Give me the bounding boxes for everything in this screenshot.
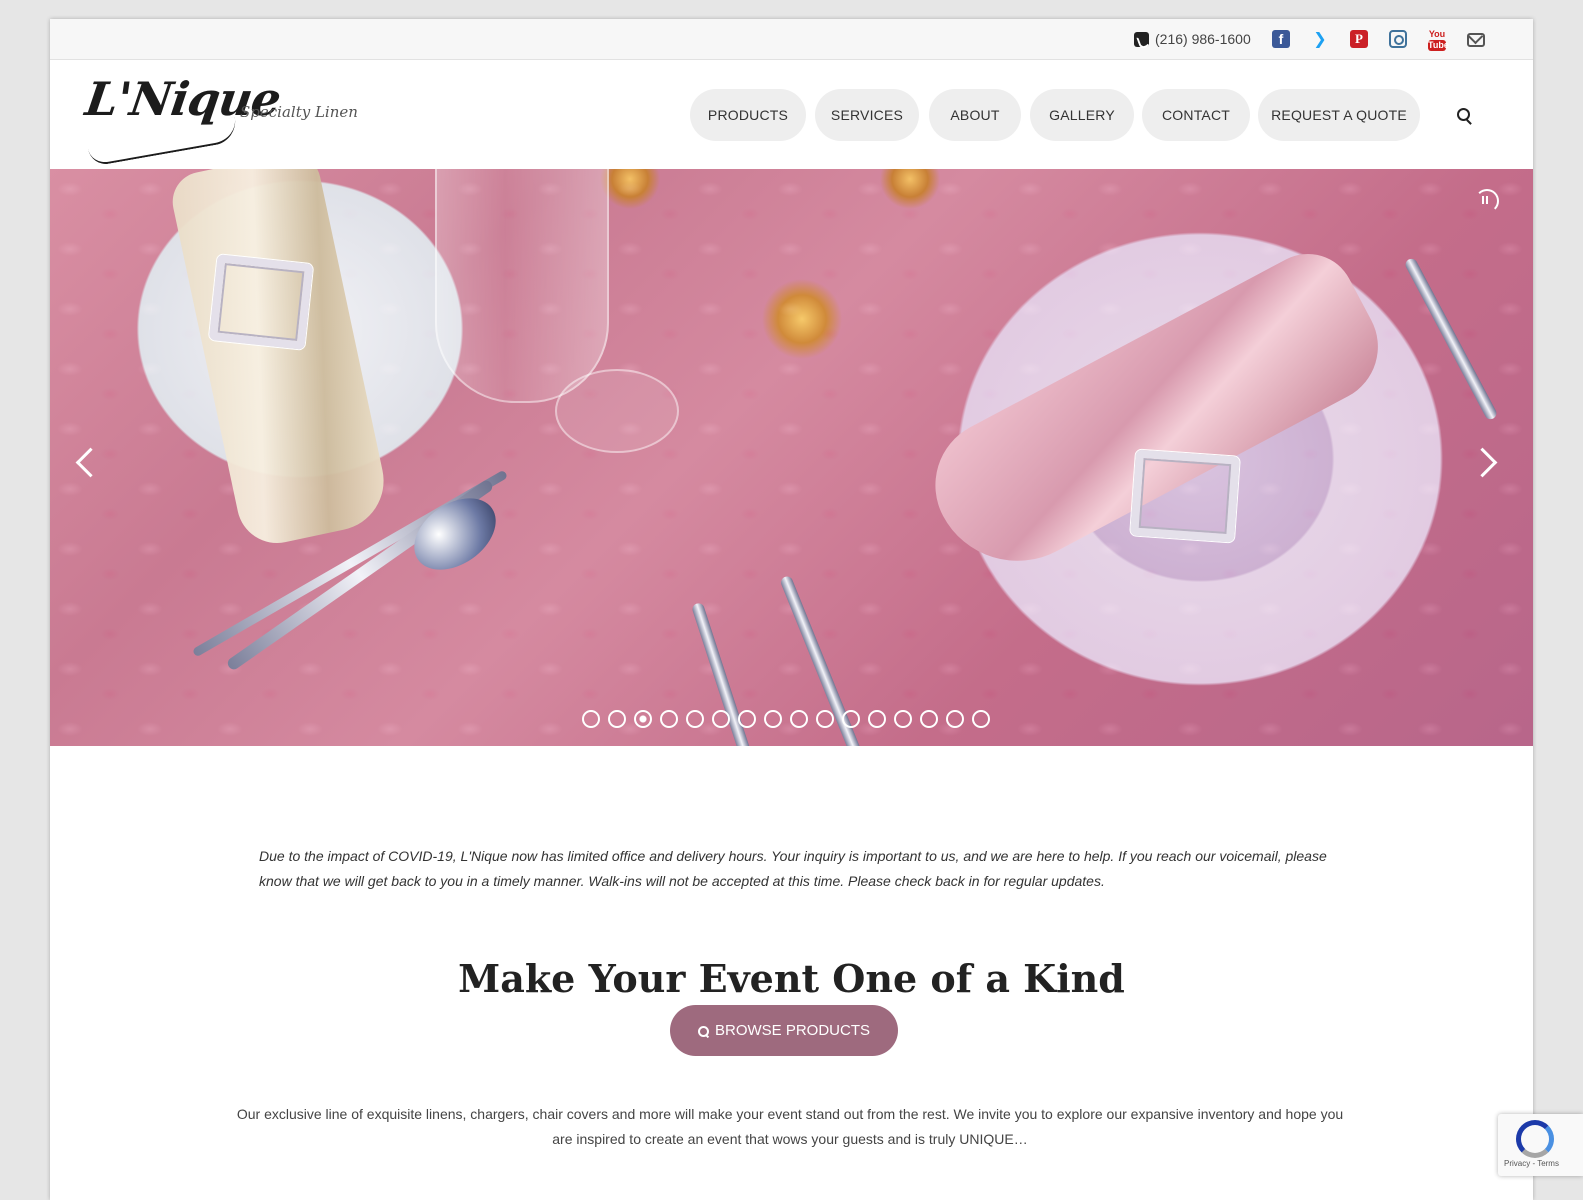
instagram-icon[interactable] [1389,30,1407,48]
slider-dot[interactable] [634,710,652,728]
recaptcha-legal[interactable]: Privacy - Terms [1504,1159,1559,1168]
slider-dot[interactable] [790,710,808,728]
phone-icon [1134,31,1149,47]
slider-dot[interactable] [920,710,938,728]
slider-dot[interactable] [946,710,964,728]
youtube-icon[interactable]: You Tube [1428,29,1449,51]
phone-number: (216) 986-1600 [1155,31,1251,47]
hero-slider [50,169,1533,746]
slider-dot[interactable] [608,710,626,728]
search-icon [697,1026,709,1037]
nav-contact[interactable]: CONTACT [1142,89,1250,141]
covid-notice: Due to the impact of COVID-19, L'Nique n… [259,848,1327,889]
browse-products-label: BROWSE PRODUCTS [714,1022,870,1039]
nav-products[interactable]: PRODUCTS [690,89,806,141]
recaptcha-icon [1516,1120,1554,1158]
tagline: Specialty Linen [240,103,358,121]
intro-text: Our exclusive line of exquisite linens, … [236,1106,1344,1147]
slider-dot[interactable] [582,710,600,728]
slider-dot[interactable] [868,710,886,728]
page-headline: Make Your Event One of a Kind [458,956,1125,1002]
hero-napkin-buckle [208,254,314,350]
slider-dot[interactable] [842,710,860,728]
slider-dot[interactable] [738,710,756,728]
nav-gallery[interactable]: GALLERY [1030,89,1134,141]
slider-dot[interactable] [894,710,912,728]
youtube-icon-top: You [1428,29,1446,39]
slider-dot[interactable] [712,710,730,728]
browse-products-button[interactable]: BROWSE PRODUCTS [670,1005,898,1056]
email-icon[interactable] [1467,33,1485,47]
top-bar: (216) 986-1600 f ❯ P You Tube [50,19,1533,60]
nav-services[interactable]: SERVICES [815,89,919,141]
site-header: L'Nique Specialty Linen PRODUCTS SERVICE… [50,60,1533,168]
slider-dot[interactable] [686,710,704,728]
phone-link[interactable]: (216) 986-1600 [1134,28,1251,50]
page: (216) 986-1600 f ❯ P You Tube L'Nique Sp… [50,19,1533,1200]
search-icon[interactable] [1457,108,1470,121]
nav-request-quote[interactable]: REQUEST A QUOTE [1258,89,1420,141]
slider-dot[interactable] [660,710,678,728]
hero-napkin-buckle [1130,449,1240,543]
nav-about[interactable]: ABOUT [929,89,1021,141]
slider-dot[interactable] [764,710,782,728]
hero-glass [435,169,609,403]
facebook-icon[interactable]: f [1272,30,1290,48]
twitter-icon[interactable]: ❯ [1311,30,1329,48]
slider-pagination [582,710,990,728]
pinterest-icon[interactable]: P [1350,30,1368,48]
slider-dot[interactable] [816,710,834,728]
recaptcha-badge[interactable]: Privacy - Terms [1498,1114,1583,1176]
slider-dot[interactable] [972,710,990,728]
slider-pause-icon[interactable] [1475,189,1499,213]
hero-glass-base [555,369,679,453]
youtube-icon-bottom: Tube [1428,40,1449,51]
